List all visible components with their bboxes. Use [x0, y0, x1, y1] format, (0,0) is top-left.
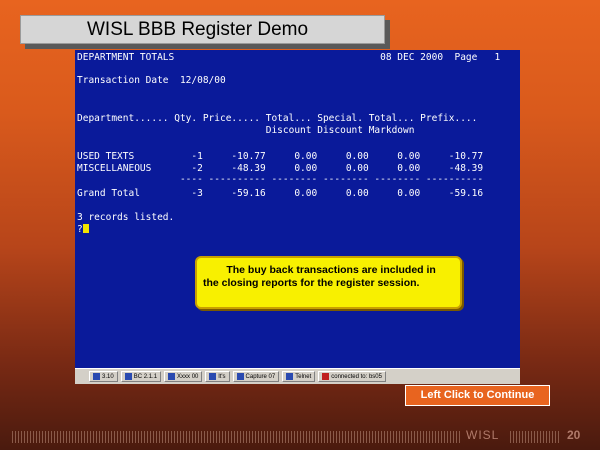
taskbar-item-4[interactable]: lt's [205, 371, 230, 382]
window-icon [93, 373, 100, 380]
terminal-line-column-headers: Department...... Qty. Price..... Total..… [77, 113, 478, 124]
window-icon [124, 373, 132, 380]
taskbar-item-label: lt's [218, 373, 226, 380]
terminal-screen: DEPARTMENT TOTALS 08 DEC 2000 Page 1 Tra… [75, 50, 520, 368]
taskbar-item-5[interactable]: Capture 07 [232, 371, 280, 382]
taskbar-item-label: Telnet [295, 373, 312, 380]
taskbar-item-1[interactable]: 3.10 [89, 371, 118, 382]
info-callout: The buy back transactions are included i… [195, 256, 462, 309]
taskbar-item-label: connected to: bs05 [331, 373, 382, 380]
terminal-row-grand-total: Grand Total -3 -59.16 0.00 0.00 0.00 -59… [77, 188, 484, 199]
taskbar-item-label: Capture 07 [245, 373, 276, 380]
continue-button[interactable]: Left Click to Continue [405, 385, 550, 406]
window-icon [236, 373, 244, 380]
taskbar-item-3[interactable]: Xxxx 00 [164, 371, 203, 382]
terminal-row-miscellaneous: MISCELLANEOUS -2 -48.39 0.00 0.00 0.00 -… [77, 163, 484, 174]
window-icon [209, 373, 217, 380]
window-icon [168, 373, 176, 380]
taskbar-item-6[interactable]: Telnet [282, 371, 316, 382]
terminal-prompt[interactable]: ? [77, 224, 89, 236]
terminal-row-used-texts: USED TEXTS -1 -10.77 0.00 0.00 0.00 -10.… [77, 151, 484, 162]
terminal-separator: ---- ---------- -------- -------- ------… [77, 174, 484, 185]
terminal-line-report-header: DEPARTMENT TOTALS 08 DEC 2000 Page 1 [77, 52, 501, 63]
windows-taskbar: 3.10 BC 2.1.1 Xxxx 00 lt's Capture 07 Te… [75, 368, 520, 384]
taskbar-item-label: 3.10 [102, 373, 114, 380]
window-icon [286, 373, 294, 380]
terminal-line-transaction-date: Transaction Date 12/08/00 [77, 75, 226, 86]
terminal-line-column-headers-2: Discount Discount Markdown [77, 125, 415, 136]
taskbar-item-label: BC 2.1.1 [133, 373, 158, 380]
page-number: 20 [567, 428, 581, 442]
text-cursor [82, 224, 89, 233]
connection-icon [322, 373, 330, 380]
callout-text: The buy back transactions are included i… [203, 264, 439, 289]
taskbar-item-2[interactable]: BC 2.1.1 [120, 371, 162, 382]
footer-decoration-right [510, 431, 560, 443]
taskbar-item-label: Xxxx 00 [177, 373, 199, 380]
terminal-line-records-listed: 3 records listed. [77, 212, 175, 223]
footer-decoration-left [12, 431, 460, 443]
slide-title: WISL BBB Register Demo [20, 15, 385, 44]
footer-brand: WISL [466, 428, 500, 442]
taskbar-item-7[interactable]: connected to: bs05 [318, 371, 386, 382]
